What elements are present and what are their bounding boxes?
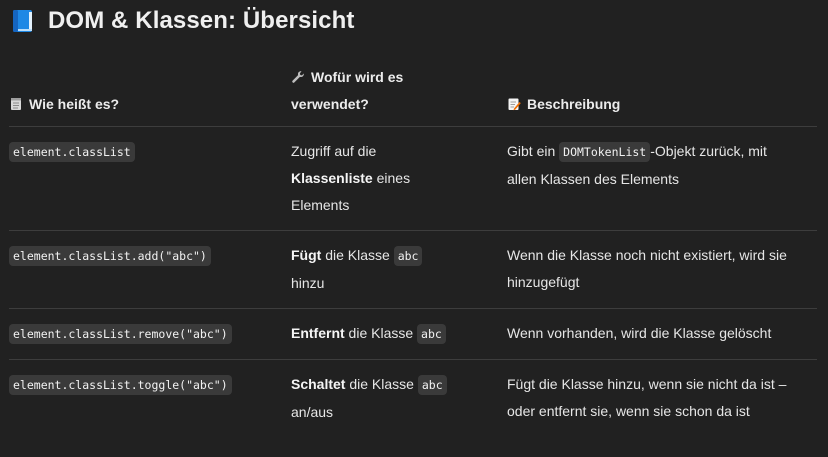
cell-text: -Objekt zurück, mit bbox=[650, 143, 767, 159]
cell-name: element.classList.add("abc") bbox=[9, 230, 291, 309]
header-col-use-line1: Wofür wird es bbox=[311, 69, 404, 85]
cell-desc-line: oder entfernt sie, wenn sie schon da ist bbox=[507, 403, 750, 419]
inline-code: abc bbox=[417, 375, 447, 395]
cell-use-line: Elements bbox=[291, 197, 350, 213]
cell-name: element.classList bbox=[9, 126, 291, 231]
inline-code: DOMTokenList bbox=[559, 142, 651, 162]
table-row: element.classList.toggle("abc") Schaltet… bbox=[9, 359, 817, 437]
cell-desc-line: Gibt ein DOMTokenList -Objekt zurück, mit bbox=[507, 138, 817, 166]
page-title: DOM & Klassen: Übersicht bbox=[12, 7, 354, 35]
code-snippet: element.classList bbox=[9, 142, 135, 162]
document-page: DOM & Klassen: Übersicht Wie heißt es? W… bbox=[0, 0, 828, 457]
cell-desc: Wenn vorhanden, wird die Klasse gelöscht bbox=[507, 308, 817, 360]
cell-use: Entfernt die Klasse abc bbox=[291, 308, 507, 360]
cell-text: eines bbox=[372, 170, 411, 186]
cell-text: die Klasse bbox=[344, 325, 418, 341]
bold-text: Schaltet bbox=[291, 376, 346, 392]
cell-desc-line: Wenn vorhanden, wird die Klasse gelöscht bbox=[507, 325, 772, 341]
cell-desc: Wenn die Klasse noch nicht existiert, wi… bbox=[507, 230, 817, 309]
header-col-desc-label: Beschreibung bbox=[527, 96, 621, 112]
cell-desc-line: allen Klassen des Elements bbox=[507, 171, 679, 187]
cell-use: Schaltet die Klasse abc an/aus bbox=[291, 359, 507, 437]
cell-use: Zugriff auf die Klassenliste eines Eleme… bbox=[291, 126, 507, 231]
table-row: element.classList.remove("abc") Entfernt… bbox=[9, 308, 817, 360]
cell-use: Fügt die Klasse abc hinzu bbox=[291, 230, 507, 309]
notepad-icon bbox=[9, 93, 23, 110]
code-snippet: element.classList.remove("abc") bbox=[9, 324, 232, 344]
cell-use-line: Entfernt die Klasse abc bbox=[291, 320, 507, 348]
header-col-use-line2: verwendet? bbox=[291, 96, 369, 112]
cell-desc-line: hinzugefügt bbox=[507, 274, 580, 290]
memo-icon bbox=[507, 93, 521, 111]
cell-text: Gibt ein bbox=[507, 143, 560, 159]
cell-use-line: Fügt die Klasse abc bbox=[291, 242, 507, 270]
code-snippet: element.classList.add("abc") bbox=[9, 246, 211, 266]
wrench-icon bbox=[291, 66, 305, 83]
bold-text: Fügt bbox=[291, 247, 322, 263]
header-col-desc: Beschreibung bbox=[507, 64, 817, 127]
table-row: element.classList Zugriff auf die Klasse… bbox=[9, 126, 817, 231]
cell-name: element.classList.remove("abc") bbox=[9, 308, 291, 360]
header-col-use: Wofür wird es verwendet? bbox=[291, 64, 507, 127]
bold-text: Entfernt bbox=[291, 325, 345, 341]
cell-use-line: an/aus bbox=[291, 404, 334, 420]
cell-desc-line: Wenn die Klasse noch nicht existiert, wi… bbox=[507, 247, 787, 263]
overview-table: Wie heißt es? Wofür wird es verwendet? B… bbox=[9, 64, 817, 437]
cell-desc-line: Fügt die Klasse hinzu, wenn sie nicht da… bbox=[507, 376, 787, 392]
cell-desc: Gibt ein DOMTokenList -Objekt zurück, mit… bbox=[507, 126, 817, 231]
cell-use-line: Schaltet die Klasse abc bbox=[291, 371, 507, 399]
header-col-name: Wie heißt es? bbox=[9, 64, 291, 127]
cell-text: die Klasse bbox=[321, 247, 394, 263]
cell-use-line: Klassenliste eines bbox=[291, 165, 507, 192]
table-row: element.classList.add("abc") Fügt die Kl… bbox=[9, 230, 817, 309]
blue-book-icon bbox=[12, 9, 34, 33]
cell-text: die Klasse bbox=[345, 376, 418, 392]
header-col-name-label: Wie heißt es? bbox=[29, 96, 120, 112]
cell-use-line: Zugriff auf die bbox=[291, 143, 377, 159]
table-header-row: Wie heißt es? Wofür wird es verwendet? B… bbox=[9, 64, 817, 127]
cell-name: element.classList.toggle("abc") bbox=[9, 359, 291, 437]
bold-text: Klassenliste bbox=[291, 170, 373, 186]
page-title-text: DOM & Klassen: Übersicht bbox=[48, 7, 355, 34]
inline-code: abc bbox=[417, 324, 446, 344]
cell-desc: Fügt die Klasse hinzu, wenn sie nicht da… bbox=[507, 359, 817, 437]
code-snippet: element.classList.toggle("abc") bbox=[9, 375, 232, 395]
inline-code: abc bbox=[393, 246, 423, 266]
cell-use-line: hinzu bbox=[291, 275, 325, 291]
